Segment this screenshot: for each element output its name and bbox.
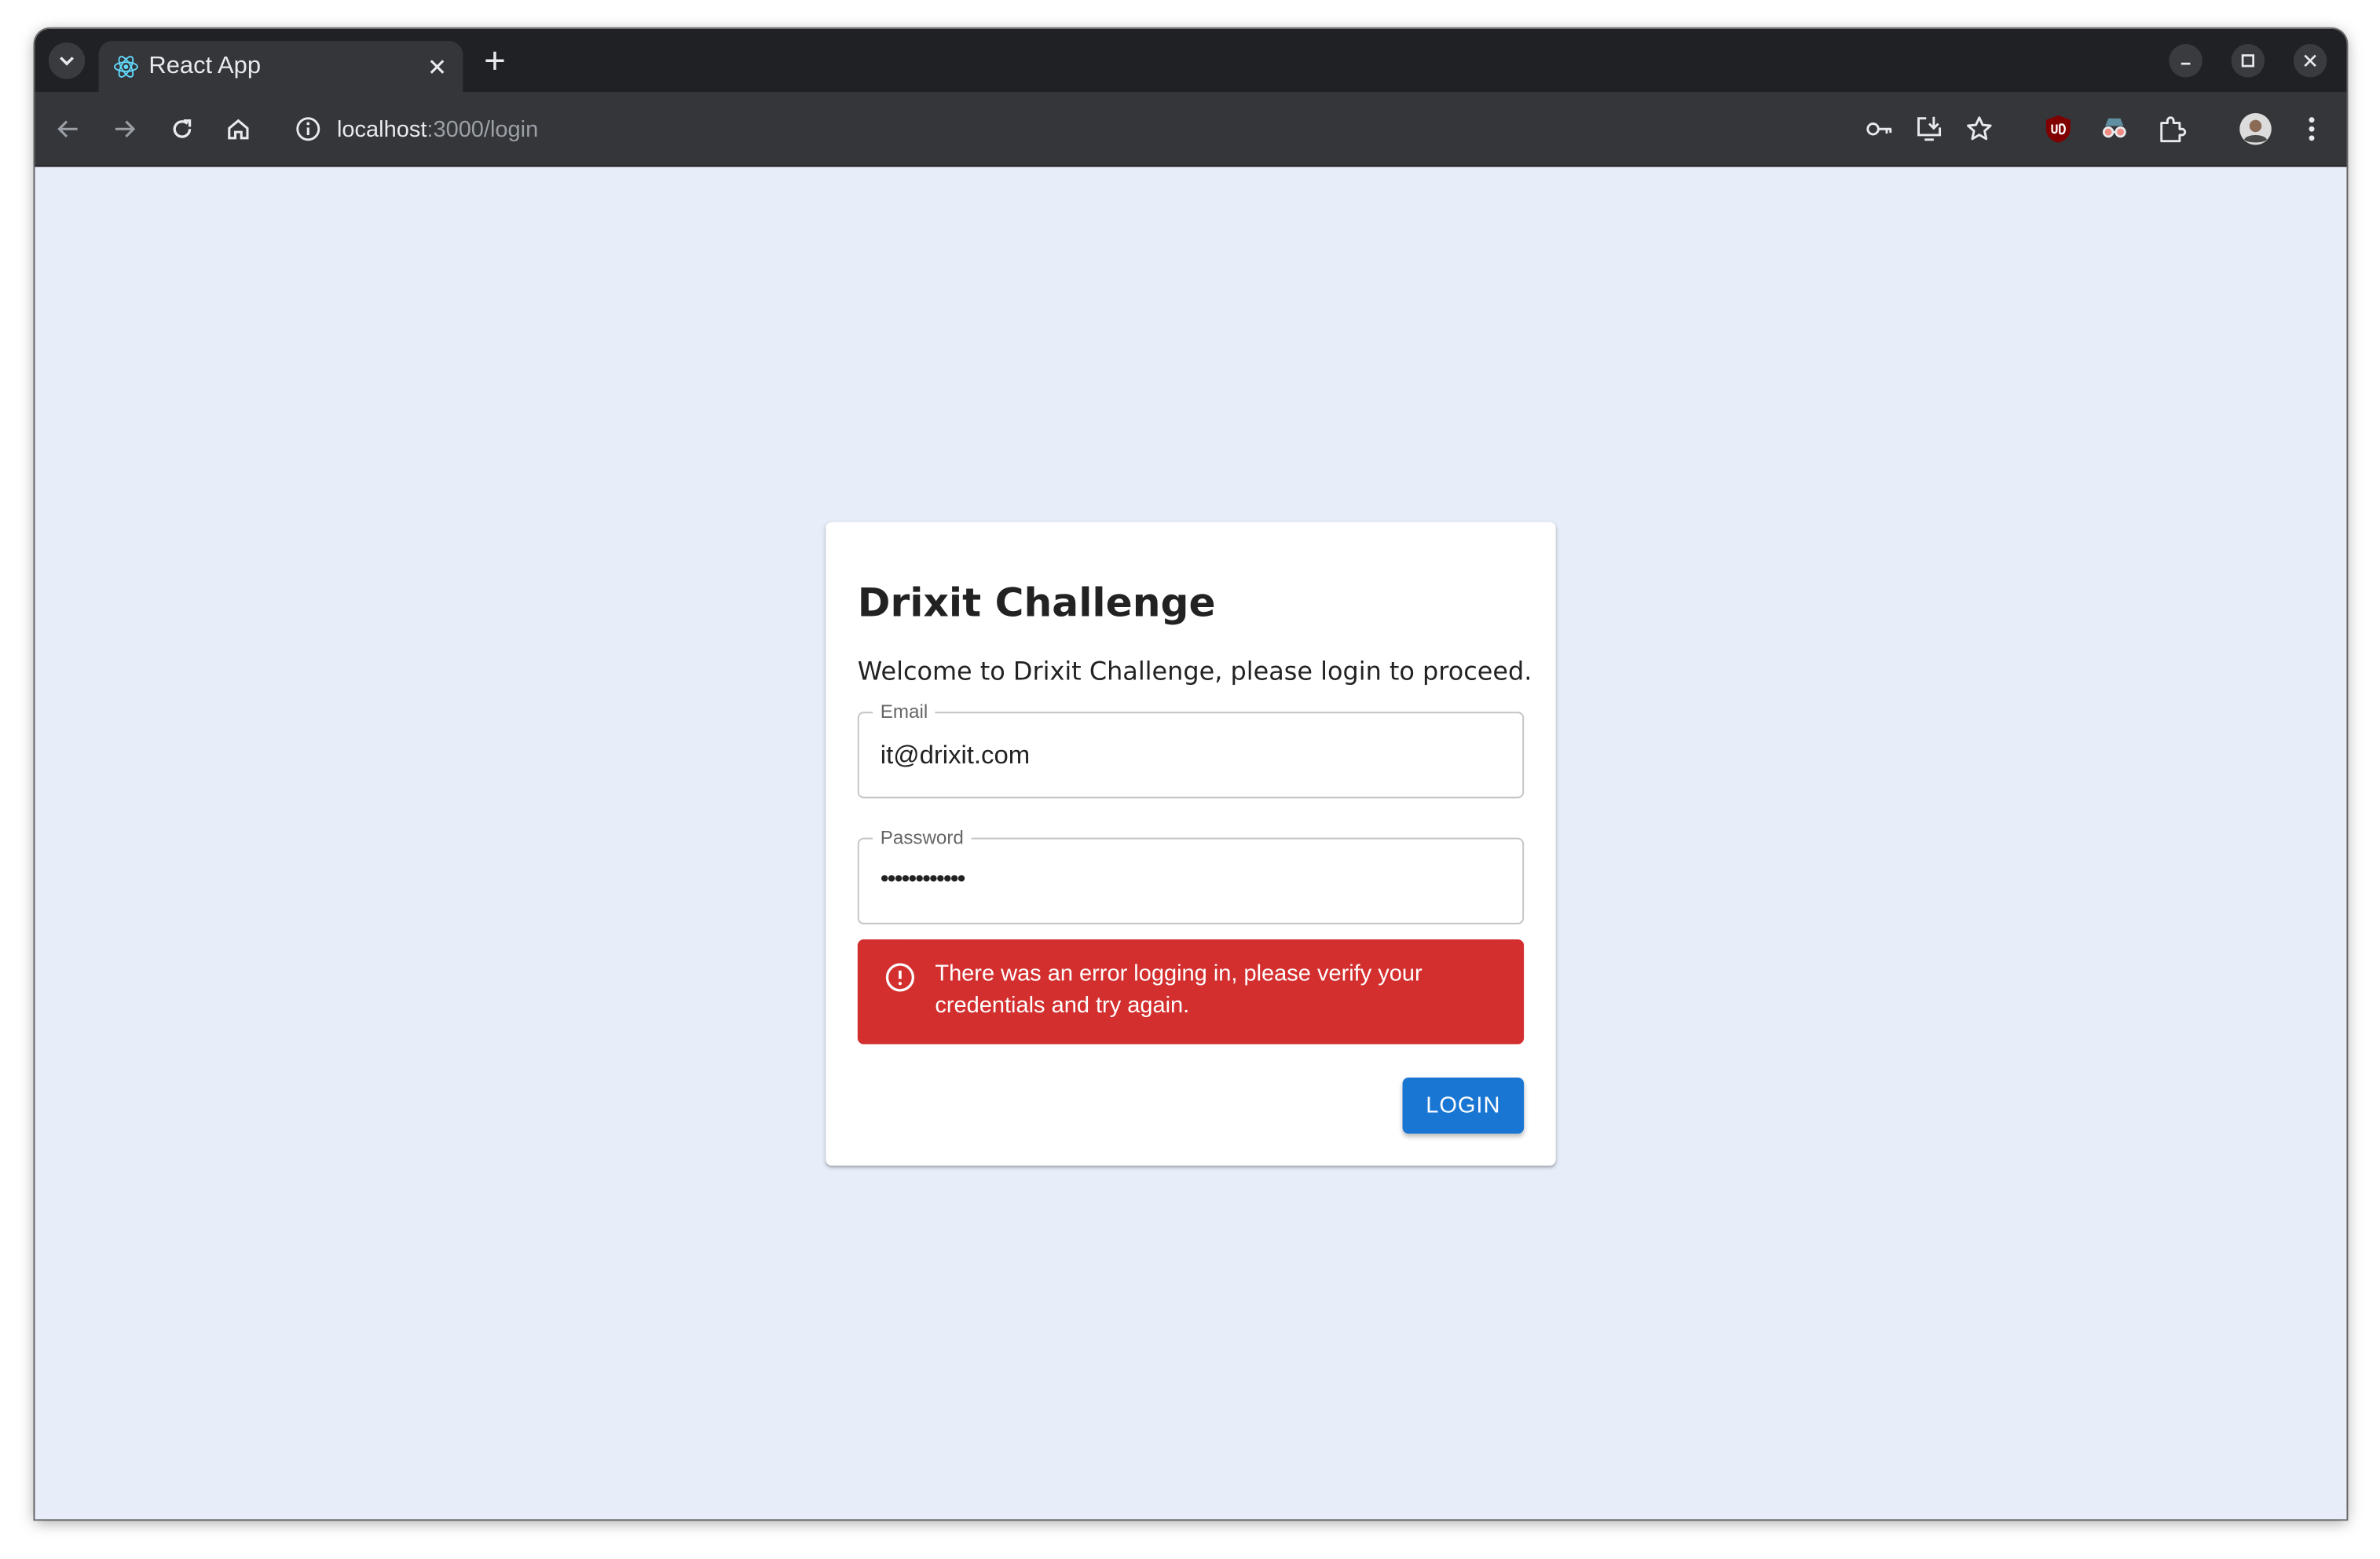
password-field[interactable]: Password •••••••••••• xyxy=(857,825,1525,924)
minimize-button[interactable] xyxy=(2169,44,2202,78)
url-host: localhost xyxy=(336,116,427,143)
email-label: Email xyxy=(873,699,936,724)
browser-tab[interactable]: React App xyxy=(98,41,463,93)
back-icon xyxy=(57,120,78,138)
forward-icon xyxy=(115,120,136,138)
close-icon xyxy=(430,60,445,74)
minimize-icon xyxy=(2180,62,2191,65)
maximize-button[interactable] xyxy=(2231,44,2265,78)
plus-icon xyxy=(485,51,504,70)
email-input-value[interactable]: it@drixit.com xyxy=(881,739,1030,773)
forward-button[interactable] xyxy=(106,111,142,147)
page-content: Drixit Challenge Welcome to Drixit Chall… xyxy=(35,167,2347,1520)
menu-button[interactable] xyxy=(2294,111,2330,147)
login-card: Drixit Challenge Welcome to Drixit Chall… xyxy=(826,521,1556,1166)
tab-search-icon xyxy=(60,57,74,66)
ublock-extension[interactable] xyxy=(2040,111,2076,147)
login-title: Drixit Challenge xyxy=(857,581,1216,628)
home-icon xyxy=(228,119,249,140)
close-icon xyxy=(2304,54,2316,68)
back-button[interactable] xyxy=(50,111,86,147)
tab-close-button[interactable] xyxy=(423,53,451,81)
address-url[interactable]: localhost:3000/login xyxy=(337,115,538,146)
new-tab-button[interactable] xyxy=(478,44,512,78)
site-info-icon[interactable] xyxy=(295,115,322,143)
password-key-icon xyxy=(1866,123,1892,136)
password-manager-button[interactable] xyxy=(1861,111,1897,147)
bookmark-button[interactable] xyxy=(1961,111,1997,147)
reload-button[interactable] xyxy=(164,111,200,147)
browser-toolbar: localhost:3000/login xyxy=(35,92,2347,167)
password-label: Password xyxy=(873,825,972,851)
error-outline-icon xyxy=(885,963,914,992)
title-bar: React App xyxy=(35,28,2347,93)
error-message: There was an error logging in, please ve… xyxy=(935,961,1423,1019)
extensions-button[interactable] xyxy=(2154,111,2190,147)
url-path: :3000/login xyxy=(427,116,539,143)
spy-extension[interactable] xyxy=(2096,111,2133,147)
login-subtitle: Welcome to Drixit Challenge, please logi… xyxy=(857,657,1532,686)
home-button[interactable] xyxy=(220,111,256,147)
install-app-button[interactable] xyxy=(1911,111,1947,147)
password-input-value[interactable]: •••••••••••• xyxy=(881,864,966,898)
address-bar[interactable] xyxy=(279,101,2025,157)
extensions-puzzle-icon xyxy=(2160,116,2187,143)
profile-button[interactable] xyxy=(2237,111,2273,147)
window-close-button[interactable] xyxy=(2293,44,2327,78)
tab-title: React App xyxy=(148,53,262,79)
spy-extension-icon xyxy=(2102,118,2126,138)
maximize-icon xyxy=(2241,54,2255,68)
browser-window: React App localhost:3000/login Drixit Ch… xyxy=(35,28,2347,1520)
more-menu-icon xyxy=(2309,117,2315,141)
email-field[interactable]: Email it@drixit.com xyxy=(857,699,1525,799)
profile-avatar-icon xyxy=(2239,112,2272,145)
install-app-icon xyxy=(1917,116,1942,141)
tab-search-button[interactable] xyxy=(48,42,86,79)
ublock-icon xyxy=(2045,115,2071,143)
login-button[interactable]: LOGIN xyxy=(1402,1078,1525,1134)
react-icon xyxy=(113,56,138,78)
reload-icon xyxy=(173,119,192,138)
error-alert: There was an error logging in, please ve… xyxy=(857,939,1525,1045)
bookmark-star-icon xyxy=(1967,116,1992,141)
